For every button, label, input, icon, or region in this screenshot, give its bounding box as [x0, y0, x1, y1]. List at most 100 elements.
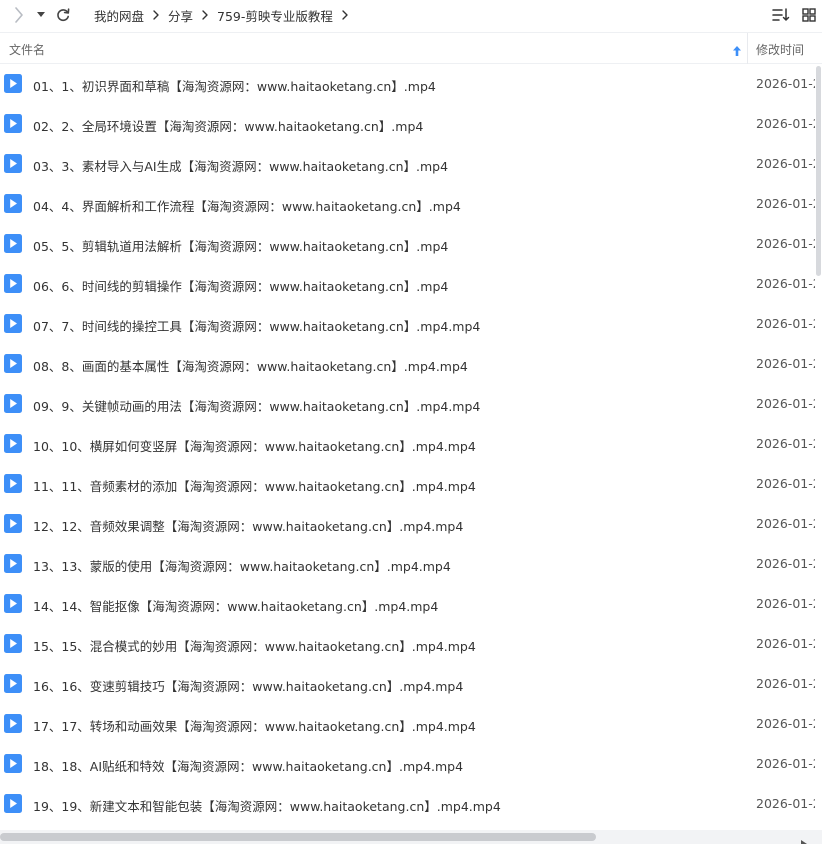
vertical-scrollbar[interactable] [815, 64, 822, 830]
file-row[interactable]: 09、9、关键帧动画的用法【海淘资源网：www.haitaoketang.cn】… [0, 384, 822, 424]
file-modified-date: 2026-01-2 [756, 716, 816, 731]
column-header-modified[interactable]: 修改时间 [756, 41, 804, 58]
list-header: 文件名 修改时间 [0, 32, 822, 64]
horizontal-scrollbar[interactable] [0, 830, 822, 848]
file-modified-date: 2026-01-2 [756, 756, 816, 771]
file-row[interactable]: 10、10、横屏如何变竖屏【海淘资源网：www.haitaoketang.cn】… [0, 424, 822, 464]
video-file-icon [4, 434, 22, 453]
grid-view-button[interactable] [799, 6, 819, 24]
status-bar [0, 844, 822, 860]
file-row[interactable]: 05、5、剪辑轨道用法解析【海淘资源网：www.haitaoketang.cn】… [0, 224, 822, 264]
sort-list-icon [772, 8, 790, 21]
file-name[interactable]: 13、13、蒙版的使用【海淘资源网：www.haitaoketang.cn】.m… [33, 556, 451, 575]
video-file-icon [4, 114, 22, 133]
video-file-icon [4, 474, 22, 493]
file-name[interactable]: 12、12、音频效果调整【海淘资源网：www.haitaoketang.cn】.… [33, 516, 463, 535]
file-name[interactable]: 03、3、素材导入与AI生成【海淘资源网：www.haitaoketang.cn… [33, 156, 448, 175]
video-file-icon [4, 634, 22, 653]
file-modified-date: 2026-01-2 [756, 196, 816, 211]
column-header-name[interactable]: 文件名 [9, 41, 45, 58]
file-name[interactable]: 11、11、音频素材的添加【海淘资源网：www.haitaoketang.cn】… [33, 476, 476, 495]
file-name[interactable]: 19、19、新建文本和智能包装【海淘资源网：www.haitaoketang.c… [33, 796, 501, 815]
file-list: 01、1、初识界面和草稿【海淘资源网：www.haitaoketang.cn】.… [0, 64, 822, 830]
video-file-icon [4, 274, 22, 293]
video-file-icon [4, 794, 22, 813]
file-row[interactable]: 06、6、时间线的剪辑操作【海淘资源网：www.haitaoketang.cn】… [0, 264, 822, 304]
toolbar: 我的网盘 分享 759-剪映专业版教程 [0, 0, 822, 30]
file-row[interactable]: 01、1、初识界面和草稿【海淘资源网：www.haitaoketang.cn】.… [0, 64, 822, 104]
video-file-icon [4, 394, 22, 413]
file-row[interactable]: 13、13、蒙版的使用【海淘资源网：www.haitaoketang.cn】.m… [0, 544, 822, 584]
file-name[interactable]: 04、4、界面解析和工作流程【海淘资源网：www.haitaoketang.cn… [33, 196, 461, 215]
file-name[interactable]: 09、9、关键帧动画的用法【海淘资源网：www.haitaoketang.cn】… [33, 396, 480, 415]
video-file-icon [4, 714, 22, 733]
file-row[interactable]: 07、7、时间线的操控工具【海淘资源网：www.haitaoketang.cn】… [0, 304, 822, 344]
chevron-right-icon [15, 7, 23, 23]
file-modified-date: 2026-01-2 [756, 676, 816, 691]
breadcrumb-share[interactable]: 分享 [168, 6, 193, 25]
file-row[interactable]: 08、8、画面的基本属性【海淘资源网：www.haitaoketang.cn】.… [0, 344, 822, 384]
file-name[interactable]: 05、5、剪辑轨道用法解析【海淘资源网：www.haitaoketang.cn】… [33, 236, 448, 255]
file-row[interactable]: 17、17、转场和动画效果【海淘资源网：www.haitaoketang.cn】… [0, 704, 822, 744]
grid-view-icon [802, 8, 816, 22]
video-file-icon [4, 194, 22, 213]
file-name[interactable]: 08、8、画面的基本属性【海淘资源网：www.haitaoketang.cn】.… [33, 356, 468, 375]
file-modified-date: 2026-01-2 [756, 276, 816, 291]
chevron-right-icon[interactable] [342, 10, 348, 20]
file-row[interactable]: 15、15、混合模式的妙用【海淘资源网：www.haitaoketang.cn】… [0, 624, 822, 664]
video-file-icon [4, 154, 22, 173]
file-modified-date: 2026-01-2 [756, 316, 816, 331]
video-file-icon [4, 234, 22, 253]
vertical-scrollbar-thumb[interactable] [816, 66, 821, 276]
refresh-icon [57, 8, 70, 22]
chevron-right-icon [153, 10, 159, 20]
history-dropdown-button[interactable] [35, 8, 47, 22]
file-name[interactable]: 15、15、混合模式的妙用【海淘资源网：www.haitaoketang.cn】… [33, 636, 476, 655]
file-row[interactable]: 04、4、界面解析和工作流程【海淘资源网：www.haitaoketang.cn… [0, 184, 822, 224]
horizontal-scrollbar-thumb[interactable] [0, 833, 596, 841]
file-modified-date: 2026-01-2 [756, 436, 816, 451]
video-file-icon [4, 754, 22, 773]
file-name[interactable]: 18、18、AI贴纸和特效【海淘资源网：www.haitaoketang.cn】… [33, 756, 463, 775]
file-row[interactable]: 16、16、变速剪辑技巧【海淘资源网：www.haitaoketang.cn】.… [0, 664, 822, 704]
file-name[interactable]: 07、7、时间线的操控工具【海淘资源网：www.haitaoketang.cn】… [33, 316, 480, 335]
chevron-right-icon [202, 10, 208, 20]
file-modified-date: 2026-01-2 [756, 636, 816, 651]
breadcrumb-my-drive[interactable]: 我的网盘 [94, 6, 144, 25]
video-file-icon [4, 514, 22, 533]
video-file-icon [4, 554, 22, 573]
file-name[interactable]: 01、1、初识界面和草稿【海淘资源网：www.haitaoketang.cn】.… [33, 76, 436, 95]
sort-ascending-icon[interactable] [732, 42, 744, 56]
file-modified-date: 2026-01-2 [756, 236, 816, 251]
forward-button[interactable] [10, 5, 28, 25]
file-row[interactable]: 14、14、智能抠像【海淘资源网：www.haitaoketang.cn】.mp… [0, 584, 822, 624]
file-row[interactable]: 18、18、AI贴纸和特效【海淘资源网：www.haitaoketang.cn】… [0, 744, 822, 784]
file-modified-date: 2026-01-2 [756, 396, 816, 411]
breadcrumb-current-folder[interactable]: 759-剪映专业版教程 [217, 6, 333, 25]
file-name[interactable]: 16、16、变速剪辑技巧【海淘资源网：www.haitaoketang.cn】.… [33, 676, 463, 695]
file-row[interactable]: 19、19、新建文本和智能包装【海淘资源网：www.haitaoketang.c… [0, 784, 822, 824]
refresh-button[interactable] [54, 6, 72, 24]
file-modified-date: 2026-01-2 [756, 76, 816, 91]
file-name[interactable]: 14、14、智能抠像【海淘资源网：www.haitaoketang.cn】.mp… [33, 596, 438, 615]
breadcrumb: 我的网盘 分享 759-剪映专业版教程 [94, 0, 357, 30]
file-modified-date: 2026-01-2 [756, 116, 816, 131]
file-name[interactable]: 02、2、全局环境设置【海淘资源网：www.haitaoketang.cn】.m… [33, 116, 423, 135]
file-row[interactable]: 02、2、全局环境设置【海淘资源网：www.haitaoketang.cn】.m… [0, 104, 822, 144]
file-row[interactable]: 03、3、素材导入与AI生成【海淘资源网：www.haitaoketang.cn… [0, 144, 822, 184]
caret-down-icon [37, 12, 45, 17]
video-file-icon [4, 74, 22, 93]
column-divider[interactable] [747, 33, 748, 64]
video-file-icon [4, 314, 22, 333]
file-name[interactable]: 17、17、转场和动画效果【海淘资源网：www.haitaoketang.cn】… [33, 716, 476, 735]
file-modified-date: 2026-01-2 [756, 356, 816, 371]
sort-menu-button[interactable] [771, 6, 791, 24]
file-name[interactable]: 06、6、时间线的剪辑操作【海淘资源网：www.haitaoketang.cn】… [33, 276, 448, 295]
file-name[interactable]: 10、10、横屏如何变竖屏【海淘资源网：www.haitaoketang.cn】… [33, 436, 476, 455]
video-file-icon [4, 594, 22, 613]
scroll-right-icon[interactable] [800, 833, 808, 848]
file-row[interactable]: 11、11、音频素材的添加【海淘资源网：www.haitaoketang.cn】… [0, 464, 822, 504]
video-file-icon [4, 354, 22, 373]
file-row[interactable]: 12、12、音频效果调整【海淘资源网：www.haitaoketang.cn】.… [0, 504, 822, 544]
file-modified-date: 2026-01-2 [756, 596, 816, 611]
